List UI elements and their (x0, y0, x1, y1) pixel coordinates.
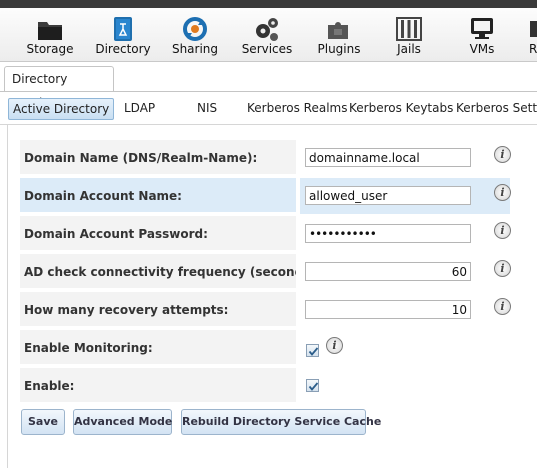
account-name-input[interactable] (305, 186, 471, 205)
recovery-attempts-help-icon[interactable]: i (494, 298, 511, 315)
form-row-check-frequency: AD check connectivity frequency (seconds… (20, 254, 510, 290)
directory-book-icon (114, 17, 132, 41)
domain-name-input[interactable] (305, 148, 471, 167)
rebuild-cache-button[interactable]: Rebuild Directory Service Cache (181, 409, 381, 435)
check-frequency-help-icon[interactable]: i (494, 260, 511, 277)
enable-checkbox[interactable] (306, 379, 319, 392)
plugin-puzzle-icon (328, 22, 348, 39)
subtab-kerberos-keytabs[interactable]: Kerberos Keytabs (349, 98, 453, 120)
enable-monitoring-help-icon[interactable]: i (326, 337, 343, 354)
field-cell (300, 254, 510, 290)
nav-item-storage[interactable]: Storage (18, 8, 82, 62)
account-password-label: Domain Account Password: (24, 227, 208, 241)
form-row-enable-monitoring: Enable Monitoring: (20, 330, 510, 366)
nav-item-sharing[interactable]: Sharing (166, 8, 224, 62)
account-name-help-icon[interactable]: i (494, 184, 511, 201)
directory-subnav: Active Directory LDAP NIS Kerberos Realm… (0, 92, 537, 122)
nav-item-plugins[interactable]: Plugins (312, 8, 366, 62)
form-row-domain-name: Domain Name (DNS/Realm-Name): (20, 140, 510, 176)
nav-item-label: Services (241, 42, 293, 56)
form-row-account-name: Domain Account Name: (20, 178, 510, 214)
nav-item-label: R (529, 42, 537, 56)
domain-name-help-icon[interactable]: i (494, 146, 511, 163)
nav-item-cut-left[interactable]: : (0, 8, 4, 62)
recovery-attempts-input[interactable] (305, 300, 471, 319)
content-left-border (7, 124, 8, 468)
subtab-ldap[interactable]: LDAP (124, 98, 155, 120)
form-row-recovery-attempts: How many recovery attempts: (20, 292, 510, 328)
sharing-sync-icon (183, 17, 207, 41)
form-row-account-password: Domain Account Password: (20, 216, 510, 252)
subtab-kerberos-realms[interactable]: Kerberos Realms (247, 98, 347, 120)
checkmark-icon (308, 382, 319, 391)
check-frequency-label: AD check connectivity frequency (seconds… (24, 265, 321, 279)
nav-item-cut-left-label: : (0, 42, 4, 56)
subnav-divider (0, 124, 537, 125)
enable-monitoring-checkbox[interactable] (306, 344, 319, 357)
top-dark-strip (0, 0, 537, 8)
subtab-kerberos-settings[interactable]: Kerberos Settin (456, 98, 537, 120)
gears-icon (256, 18, 278, 41)
nav-item-label: VMs (469, 42, 495, 56)
nav-item-cut-right[interactable]: R (526, 8, 537, 62)
jail-bars-icon (396, 17, 422, 41)
enable-label: Enable: (24, 379, 75, 393)
enable-monitoring-label: Enable Monitoring: (24, 341, 153, 355)
field-cell (300, 140, 510, 176)
folder-icon (38, 22, 62, 40)
nav-item-services[interactable]: Services (238, 8, 296, 62)
nav-item-directory[interactable]: Directory (92, 8, 154, 62)
account-password-help-icon[interactable]: i (494, 222, 511, 239)
field-cell (300, 178, 510, 214)
nav-item-label: Jails (397, 42, 421, 56)
domain-name-label: Domain Name (DNS/Realm-Name): (24, 151, 258, 165)
recovery-attempts-label: How many recovery attempts: (24, 303, 229, 317)
form-row-enable: Enable: (20, 368, 510, 404)
nav-item-label: Storage (26, 42, 74, 56)
field-cell (300, 216, 510, 252)
tab-bar: Directory Service (0, 62, 537, 110)
subtab-nis[interactable]: NIS (197, 98, 217, 120)
top-navigation-bar: : Storage Directory Sharing (0, 0, 537, 62)
cut-off-icon (530, 21, 537, 37)
check-frequency-input[interactable] (305, 262, 471, 281)
nav-item-label: Directory (95, 42, 151, 56)
nav-item-label: Sharing (171, 42, 219, 56)
account-password-input[interactable] (305, 224, 471, 243)
checkmark-icon (308, 347, 319, 356)
field-cell (300, 368, 510, 404)
monitor-icon (471, 18, 493, 39)
tab-directory-service[interactable]: Directory Service (4, 66, 114, 110)
nav-item-vms[interactable]: VMs (460, 8, 504, 62)
nav-item-jails[interactable]: Jails (386, 8, 432, 62)
subtab-active-directory[interactable]: Active Directory (8, 98, 115, 120)
account-name-label: Domain Account Name: (24, 189, 182, 203)
field-cell (300, 292, 510, 328)
save-button[interactable]: Save (21, 409, 65, 435)
advanced-mode-button[interactable]: Advanced Mode (73, 409, 172, 435)
nav-item-label: Plugins (317, 42, 361, 56)
